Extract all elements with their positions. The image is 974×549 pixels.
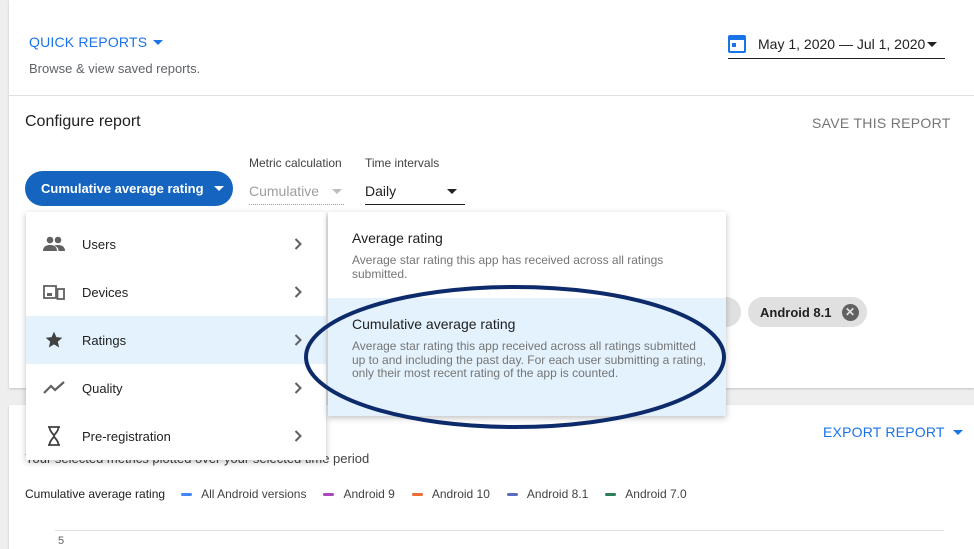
y-axis-tick: 5 xyxy=(58,535,65,547)
chevron-right-icon xyxy=(292,286,304,298)
legend-swatch xyxy=(181,492,193,496)
metric-calculation-label: Metric calculation xyxy=(249,156,342,170)
chart-legend: Cumulative average rating All Android ve… xyxy=(25,487,704,501)
legend-swatch xyxy=(605,492,617,496)
chevron-right-icon xyxy=(292,382,304,394)
metric-select-label: Cumulative average rating xyxy=(41,181,204,196)
caret-down-icon xyxy=(153,39,164,45)
users-icon xyxy=(43,233,65,255)
legend-label: All Android versions xyxy=(201,487,307,501)
menu-item-users[interactable]: Users xyxy=(26,220,326,268)
legend-item[interactable]: Android 9 xyxy=(323,487,395,501)
caret-down-icon xyxy=(332,188,342,194)
menu-item-ratings[interactable]: Ratings xyxy=(26,316,326,364)
legend-swatch xyxy=(506,492,518,496)
menu-item-devices[interactable]: Devices xyxy=(26,268,326,316)
chart-gridline xyxy=(55,530,944,531)
legend-label: Android 7.0 xyxy=(625,487,687,501)
legend-label: Android 10 xyxy=(431,487,490,501)
metric-calculation-select: Cumulative xyxy=(249,178,344,205)
metric-calculation-value: Cumulative xyxy=(249,183,320,199)
submenu-item-description: Average star rating this app has receive… xyxy=(352,253,664,281)
close-icon[interactable]: ✕ xyxy=(841,303,859,321)
chevron-right-icon xyxy=(292,238,304,250)
legend-swatch xyxy=(411,492,423,496)
devices-icon xyxy=(43,281,65,303)
submenu-item-average-rating[interactable]: Average rating Average star rating this … xyxy=(328,212,726,298)
legend-title: Cumulative average rating xyxy=(25,487,166,501)
date-range-picker[interactable]: May 1, 2020 — Jul 1, 2020 xyxy=(728,30,945,59)
trend-icon xyxy=(43,377,65,399)
hourglass-icon xyxy=(43,425,65,447)
quick-reports-subtitle: Browse & view saved reports. xyxy=(29,61,201,76)
calendar-icon xyxy=(728,35,746,53)
time-intervals-label: Time intervals xyxy=(365,156,440,170)
menu-item-label: Users xyxy=(82,236,116,252)
caret-down-icon xyxy=(447,188,457,194)
save-report-button[interactable]: SAVE THIS REPORT xyxy=(812,115,951,131)
chevron-right-icon xyxy=(292,430,304,442)
caret-down-icon xyxy=(927,41,937,47)
time-intervals-value: Daily xyxy=(365,183,397,199)
legend-item[interactable]: All Android versions xyxy=(181,487,306,501)
chevron-right-icon xyxy=(292,334,304,346)
quick-reports-label: QUICK REPORTS xyxy=(29,34,148,50)
caret-down-icon xyxy=(952,429,963,435)
legend-label: Android 8.1 xyxy=(526,487,589,501)
divider xyxy=(9,95,974,96)
submenu-item-title: Cumulative average rating xyxy=(352,316,516,332)
submenu-item-title: Average rating xyxy=(352,230,443,246)
filter-chip-android-8-1[interactable]: Android 8.1 ✕ xyxy=(748,297,867,327)
submenu-item-cumulative-average-rating[interactable]: Cumulative average rating Average star r… xyxy=(328,298,726,416)
metric-category-menu: Users Devices Ratings Quality Pre-regist… xyxy=(26,212,326,460)
chip-label: Android 8.1 xyxy=(760,304,832,320)
legend-item[interactable]: Android 7.0 xyxy=(605,487,687,501)
date-range-value: May 1, 2020 — Jul 1, 2020 xyxy=(758,36,926,52)
legend-item[interactable]: Android 8.1 xyxy=(506,487,589,501)
menu-item-label: Devices xyxy=(82,284,129,300)
export-report-button[interactable]: EXPORT REPORT xyxy=(823,424,963,440)
menu-item-quality[interactable]: Quality xyxy=(26,364,326,412)
time-intervals-select[interactable]: Daily xyxy=(365,178,465,205)
metric-select-button[interactable]: Cumulative average rating xyxy=(25,171,233,206)
menu-item-label: Pre-registration xyxy=(82,428,171,444)
submenu-item-description: Average star rating this app received ac… xyxy=(352,339,706,380)
menu-item-label: Ratings xyxy=(82,332,127,348)
export-report-label: EXPORT REPORT xyxy=(823,424,945,440)
ratings-submenu: Average rating Average star rating this … xyxy=(328,212,726,416)
legend-item[interactable]: Android 10 xyxy=(411,487,490,501)
quick-reports-dropdown[interactable]: QUICK REPORTS xyxy=(29,34,164,50)
menu-item-pre-registration[interactable]: Pre-registration xyxy=(26,412,326,460)
legend-swatch xyxy=(323,492,335,496)
caret-down-icon xyxy=(213,186,224,191)
configure-report-title: Configure report xyxy=(25,113,141,130)
menu-item-label: Quality xyxy=(82,380,123,396)
star-icon xyxy=(43,329,65,351)
legend-label: Android 9 xyxy=(343,487,395,501)
